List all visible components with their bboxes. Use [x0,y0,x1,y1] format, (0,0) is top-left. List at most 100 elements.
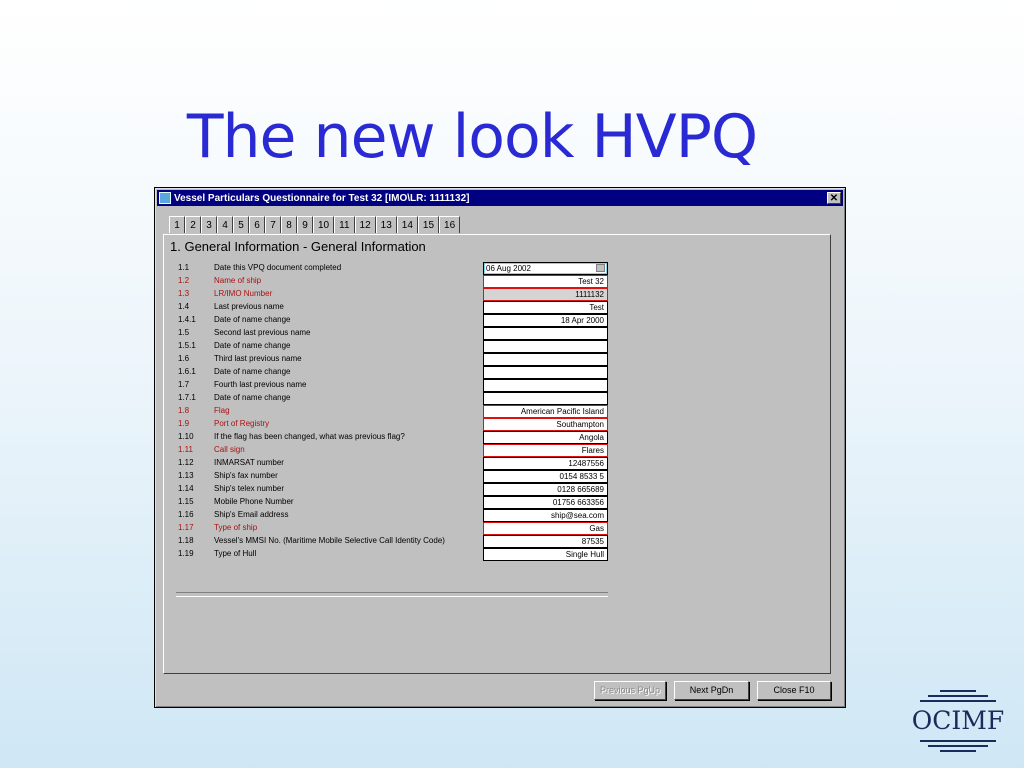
answer-value: Test 32 [578,277,604,286]
question-number: 1.12 [178,458,194,467]
question-label: Third last previous name [214,354,302,363]
tab-13[interactable]: 13 [375,216,397,233]
tab-5[interactable]: 5 [233,216,249,233]
answer-field[interactable] [483,353,608,366]
question-label: Type of Hull [214,549,257,558]
question-number: 1.2 [178,276,190,285]
tab-10[interactable]: 10 [313,216,335,233]
tab-9[interactable]: 9 [297,216,313,233]
question-label: INMARSAT number [214,458,284,467]
question-label: Date this VPQ document completed [214,263,342,272]
answer-field[interactable]: 01756 663356 [483,496,608,509]
answer-field[interactable] [483,379,608,392]
answer-value: Single Hull [565,550,604,559]
question-label: Port of Registry [214,419,270,428]
question-number: 1.6 [178,354,190,363]
slide-title: The new look HVPQ [186,102,758,172]
question-number: 1.8 [178,406,190,415]
form-divider [176,592,608,597]
question-label: Flag [214,406,230,415]
tab-11[interactable]: 11 [334,216,355,233]
form-row: 1.1 Date this VPQ document completed 06 Au… [176,262,608,275]
form-row: 1.7.1 Date of name change [176,392,608,405]
answer-value: Gas [589,524,604,533]
general-information-panel: 1. General Information - General Informa… [163,234,831,674]
question-number: 1.18 [178,536,194,545]
tab-1[interactable]: 1 [169,216,185,233]
previous-page-button[interactable]: Previous PgUp [594,681,666,700]
form-row: 1.5 Second last previous name [176,327,608,340]
form-row: 1.5.1 Date of name change [176,340,608,353]
form-row: 1.10 If the flag has been changed, what w… [176,431,608,444]
answer-field[interactable]: 18 Apr 2000 [483,314,608,327]
tab-8[interactable]: 8 [281,216,297,233]
tab-3[interactable]: 3 [201,216,217,233]
form-row: 1.11 Call sign Flares [176,444,608,457]
question-number: 1.7.1 [178,393,196,402]
question-label: Date of name change [214,315,291,324]
answer-field[interactable]: 0128 665689 [483,483,608,496]
form-row: 1.13 Ship's fax number 0154 8533 5 [176,470,608,483]
answer-value: Angola [579,433,604,442]
answer-value: 1111132 [575,290,604,299]
question-label: Vessel's MMSI No. (Maritime Mobile Selec… [214,536,445,545]
ocimf-logo: OCIMF [896,688,1020,768]
answer-field[interactable] [483,340,608,353]
tab-2[interactable]: 2 [185,216,201,233]
answer-field[interactable]: 0154 8533 5 [483,470,608,483]
question-label: Fourth last previous name [214,380,307,389]
answer-field[interactable] [483,392,608,405]
answer-field[interactable]: ship@sea.com [483,509,608,522]
answer-value: Test [589,303,604,312]
question-number: 1.6.1 [178,367,196,376]
question-number: 1.4.1 [178,315,196,324]
answer-field[interactable]: Angola [483,431,608,444]
answer-value: 0128 665689 [557,485,604,494]
tab-15[interactable]: 15 [417,216,440,233]
answer-field[interactable]: Test 32 [483,275,608,288]
answer-field[interactable]: Gas [483,522,608,535]
answer-field[interactable]: Test [483,301,608,314]
close-icon[interactable]: ✕ [827,192,841,204]
tab-6[interactable]: 6 [249,216,265,233]
answer-field[interactable]: 87535 [483,535,608,548]
question-number: 1.3 [178,289,190,298]
form-row: 1.18 Vessel's MMSI No. (Maritime Mobile S… [176,535,608,548]
answer-field[interactable] [483,366,608,379]
answer-field[interactable]: Single Hull [483,548,608,561]
close-window-button[interactable]: Close F10 [757,681,831,700]
answer-value: 87535 [581,537,604,546]
answer-value: 06 Aug 2002 [486,264,531,273]
question-form: 1.1 Date this VPQ document completed 06 Au… [176,262,608,561]
question-label: Ship's telex number [214,484,285,493]
question-label: Mobile Phone Number [214,497,294,506]
answer-field[interactable]: Flares [483,444,608,457]
question-number: 1.9 [178,419,190,428]
question-number: 1.4 [178,302,190,311]
form-row: 1.8 Flag American Pacific Island [176,405,608,418]
answer-value: 12487556 [568,459,604,468]
window-titlebar[interactable]: Vessel Particulars Questionnaire for Tes… [157,190,843,206]
answer-field[interactable]: 1111132 [483,288,608,301]
tab-12[interactable]: 12 [354,216,376,233]
tab-14[interactable]: 14 [396,216,418,233]
answer-value: 0154 8533 5 [559,472,605,481]
form-row: 1.4.1 Date of name change 18 Apr 2000 [176,314,608,327]
date-field[interactable]: 06 Aug 2002 [483,262,608,275]
next-page-button[interactable]: Next PgDn [674,681,749,700]
question-label: If the flag has been changed, what was p… [214,432,405,441]
answer-field[interactable]: 12487556 [483,457,608,470]
answer-field[interactable] [483,327,608,340]
question-label: LR/IMO Number [214,289,273,298]
tab-4[interactable]: 4 [217,216,233,233]
form-row: 1.6 Third last previous name [176,353,608,366]
form-row: 1.16 Ship's Email address ship@sea.com [176,509,608,522]
tab-16[interactable]: 16 [439,216,461,233]
calendar-dropdown-icon[interactable] [596,264,605,272]
answer-field[interactable]: Southampton [483,418,608,431]
vpq-window: Vessel Particulars Questionnaire for Tes… [154,187,846,708]
question-number: 1.5.1 [178,341,196,350]
question-label: Date of name change [214,341,291,350]
answer-field[interactable]: American Pacific Island [483,405,608,418]
tab-7[interactable]: 7 [265,216,281,233]
